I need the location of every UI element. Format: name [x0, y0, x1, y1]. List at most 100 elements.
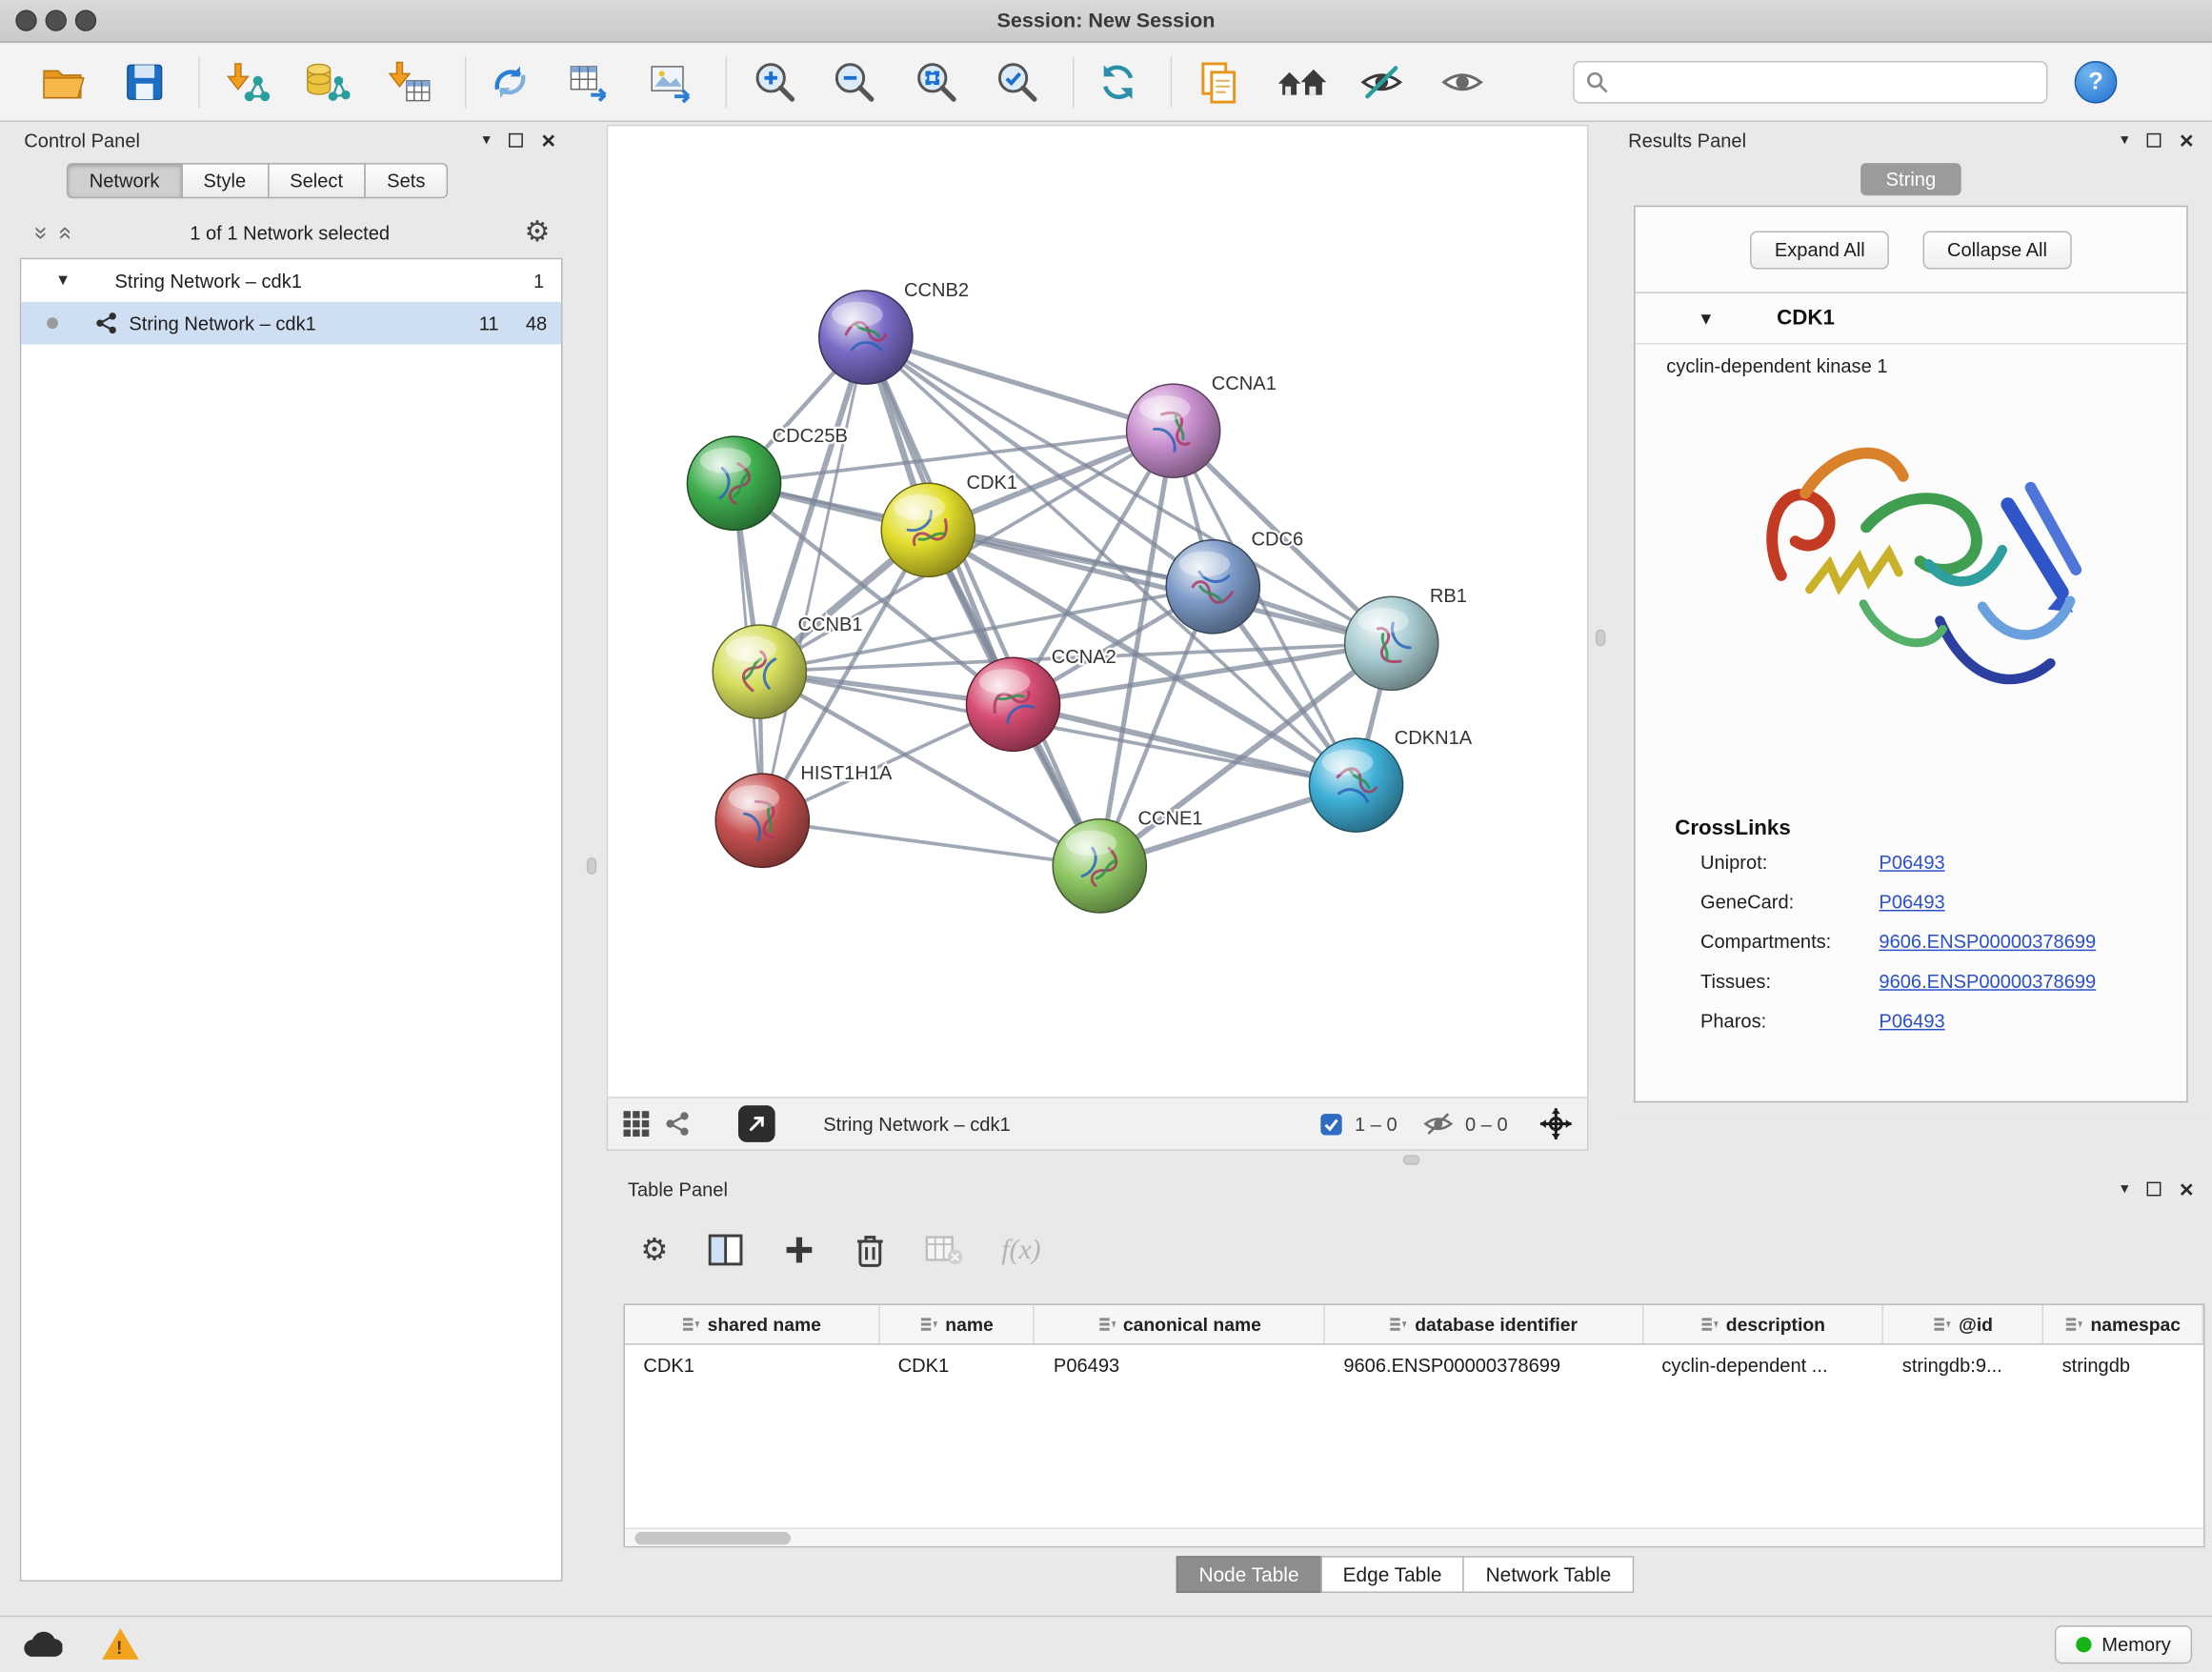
panel-menu-icon[interactable]: ▾	[2121, 132, 2128, 148]
node-RB1[interactable]	[1345, 596, 1438, 690]
new-network-button[interactable]	[482, 54, 539, 111]
edge-HIST1H1A-CCNE1[interactable]	[762, 820, 1099, 866]
network-collection-row[interactable]: ▼ String Network – cdk1 1	[21, 259, 561, 302]
fit-selected-crosshair-icon[interactable]	[1538, 1107, 1573, 1141]
panel-float-icon[interactable]	[2147, 133, 2162, 148]
node-CDC6[interactable]	[1166, 540, 1259, 634]
zoom-fit-button[interactable]	[908, 54, 965, 111]
panel-close-icon[interactable]: ×	[2180, 1177, 2194, 1200]
tree-expanded-icon[interactable]: ▼	[55, 272, 75, 290]
network-view-canvas[interactable]: CCNB2CCNA1CDC25BCDK1CDC6RB1CCNB1CCNA2CDK…	[607, 125, 1589, 1098]
table-cell[interactable]: P06493	[1036, 1354, 1325, 1375]
panel-menu-icon[interactable]: ▾	[2121, 1181, 2128, 1197]
network-options-gear-icon[interactable]: ⚙	[524, 218, 550, 247]
table-cell[interactable]: stringdb	[2043, 1354, 2203, 1375]
gene-section-header[interactable]: ▼ CDK1	[1636, 293, 2187, 345]
minimize-window-button[interactable]	[46, 10, 67, 30]
column-header--id[interactable]: @id	[1883, 1305, 2043, 1343]
panel-float-icon[interactable]	[2147, 1182, 2162, 1197]
node-CDC25B[interactable]	[687, 436, 780, 530]
selected-checkbox-icon[interactable]	[1319, 1112, 1343, 1136]
table-cell[interactable]: 9606.ENSP00000378699	[1325, 1354, 1643, 1375]
hidden-eye-slash-icon[interactable]	[1422, 1111, 1454, 1137]
crosslink-value-link[interactable]: P06493	[1879, 892, 1944, 913]
horizontal-splitter-handle[interactable]	[1403, 1155, 1420, 1164]
tab-network-table[interactable]: Network Table	[1463, 1556, 1634, 1593]
zoom-selected-button[interactable]	[989, 54, 1046, 111]
export-image-button[interactable]	[642, 54, 699, 111]
refresh-button[interactable]	[1090, 54, 1147, 111]
node-HIST1H1A[interactable]	[715, 774, 809, 867]
show-columns-icon[interactable]	[707, 1233, 744, 1267]
tab-network[interactable]: Network	[67, 163, 182, 198]
import-network-from-database-button[interactable]	[297, 54, 354, 111]
copy-style-button[interactable]	[1191, 54, 1248, 111]
delete-column-trash-icon[interactable]	[855, 1232, 886, 1269]
show-graphics-details-button[interactable]	[1434, 54, 1491, 111]
warning-icon[interactable]: !	[102, 1628, 139, 1660]
column-header-description[interactable]: description	[1643, 1305, 1883, 1343]
table-options-gear-icon[interactable]: ⚙	[640, 1235, 668, 1266]
cloud-icon[interactable]	[20, 1628, 63, 1660]
import-network-from-file-button[interactable]	[218, 54, 274, 111]
tab-select[interactable]: Select	[267, 163, 365, 198]
section-expanded-icon[interactable]: ▼	[1698, 309, 1715, 329]
tab-sets[interactable]: Sets	[364, 163, 448, 198]
new-network-from-table-button[interactable]	[561, 54, 618, 111]
tab-edge-table[interactable]: Edge Table	[1320, 1556, 1464, 1593]
zoom-in-button[interactable]	[747, 54, 804, 111]
maximize-window-button[interactable]	[75, 10, 96, 30]
vertical-splitter-handle[interactable]	[587, 857, 596, 875]
table-cell[interactable]: CDK1	[625, 1354, 879, 1375]
add-column-plus-icon[interactable]	[782, 1233, 816, 1267]
tab-string[interactable]: String	[1860, 163, 1961, 195]
search-input[interactable]	[1617, 71, 2035, 92]
panel-close-icon[interactable]: ×	[541, 129, 555, 152]
save-session-button[interactable]	[116, 54, 172, 111]
node-CCNA1[interactable]	[1127, 384, 1220, 477]
edge-CCNB2-CCNE1[interactable]	[866, 337, 1099, 866]
open-in-new-window-button[interactable]	[738, 1105, 775, 1142]
panel-menu-icon[interactable]: ▾	[483, 132, 491, 148]
home-button[interactable]	[1273, 54, 1330, 111]
close-window-button[interactable]	[15, 10, 36, 30]
table-cell[interactable]: stringdb:9...	[1883, 1354, 2043, 1375]
collapse-all-button[interactable]: Collapse All	[1923, 231, 2072, 269]
node-CCNE1[interactable]	[1053, 819, 1146, 913]
network-badge-icon[interactable]	[665, 1111, 691, 1137]
memory-button[interactable]: Memory	[2055, 1624, 2192, 1662]
column-header-namespac[interactable]: namespac	[2043, 1305, 2203, 1343]
node-CDK1[interactable]	[881, 483, 975, 576]
node-CDKN1A[interactable]	[1309, 738, 1402, 832]
tab-style[interactable]: Style	[181, 163, 269, 198]
open-session-button[interactable]	[34, 54, 91, 111]
column-header-database-identifier[interactable]: database identifier	[1325, 1305, 1643, 1343]
search-box[interactable]	[1573, 61, 2047, 104]
horizontal-scrollbar[interactable]	[625, 1528, 2203, 1546]
crosslink-value-link[interactable]: 9606.ENSP00000378699	[1879, 931, 2096, 952]
table-row[interactable]: CDK1CDK1P064939606.ENSP00000378699cyclin…	[625, 1345, 2203, 1385]
table-cell[interactable]: cyclin-dependent ...	[1643, 1354, 1883, 1375]
panel-close-icon[interactable]: ×	[2180, 129, 2194, 152]
import-table-button[interactable]	[381, 54, 438, 111]
crosslink-value-link[interactable]: P06493	[1879, 1011, 1944, 1032]
table-cell[interactable]: CDK1	[879, 1354, 1035, 1375]
column-header-shared-name[interactable]: shared name	[625, 1305, 879, 1343]
help-button[interactable]: ?	[2067, 54, 2124, 111]
network-row-selected[interactable]: String Network – cdk1 11 48	[21, 302, 561, 345]
birds-eye-view-icon[interactable]	[622, 1110, 651, 1138]
node-CCNA2[interactable]	[966, 657, 1059, 751]
crosslink-value-link[interactable]: 9606.ENSP00000378699	[1879, 971, 2096, 992]
hide-graphics-details-button[interactable]	[1354, 54, 1411, 111]
scrollbar-thumb[interactable]	[634, 1532, 791, 1544]
edge-CCNB2-HIST1H1A[interactable]	[762, 337, 866, 820]
node-CCNB2[interactable]	[819, 291, 913, 384]
node-CCNB1[interactable]	[713, 625, 806, 718]
panel-float-icon[interactable]	[509, 133, 523, 148]
crosslink-value-link[interactable]: P06493	[1879, 852, 1944, 873]
expand-all-button[interactable]: Expand All	[1751, 231, 1889, 269]
column-header-canonical-name[interactable]: canonical name	[1036, 1305, 1325, 1343]
tab-node-table[interactable]: Node Table	[1176, 1556, 1322, 1593]
column-header-name[interactable]: name	[879, 1305, 1035, 1343]
zoom-out-button[interactable]	[826, 54, 883, 111]
